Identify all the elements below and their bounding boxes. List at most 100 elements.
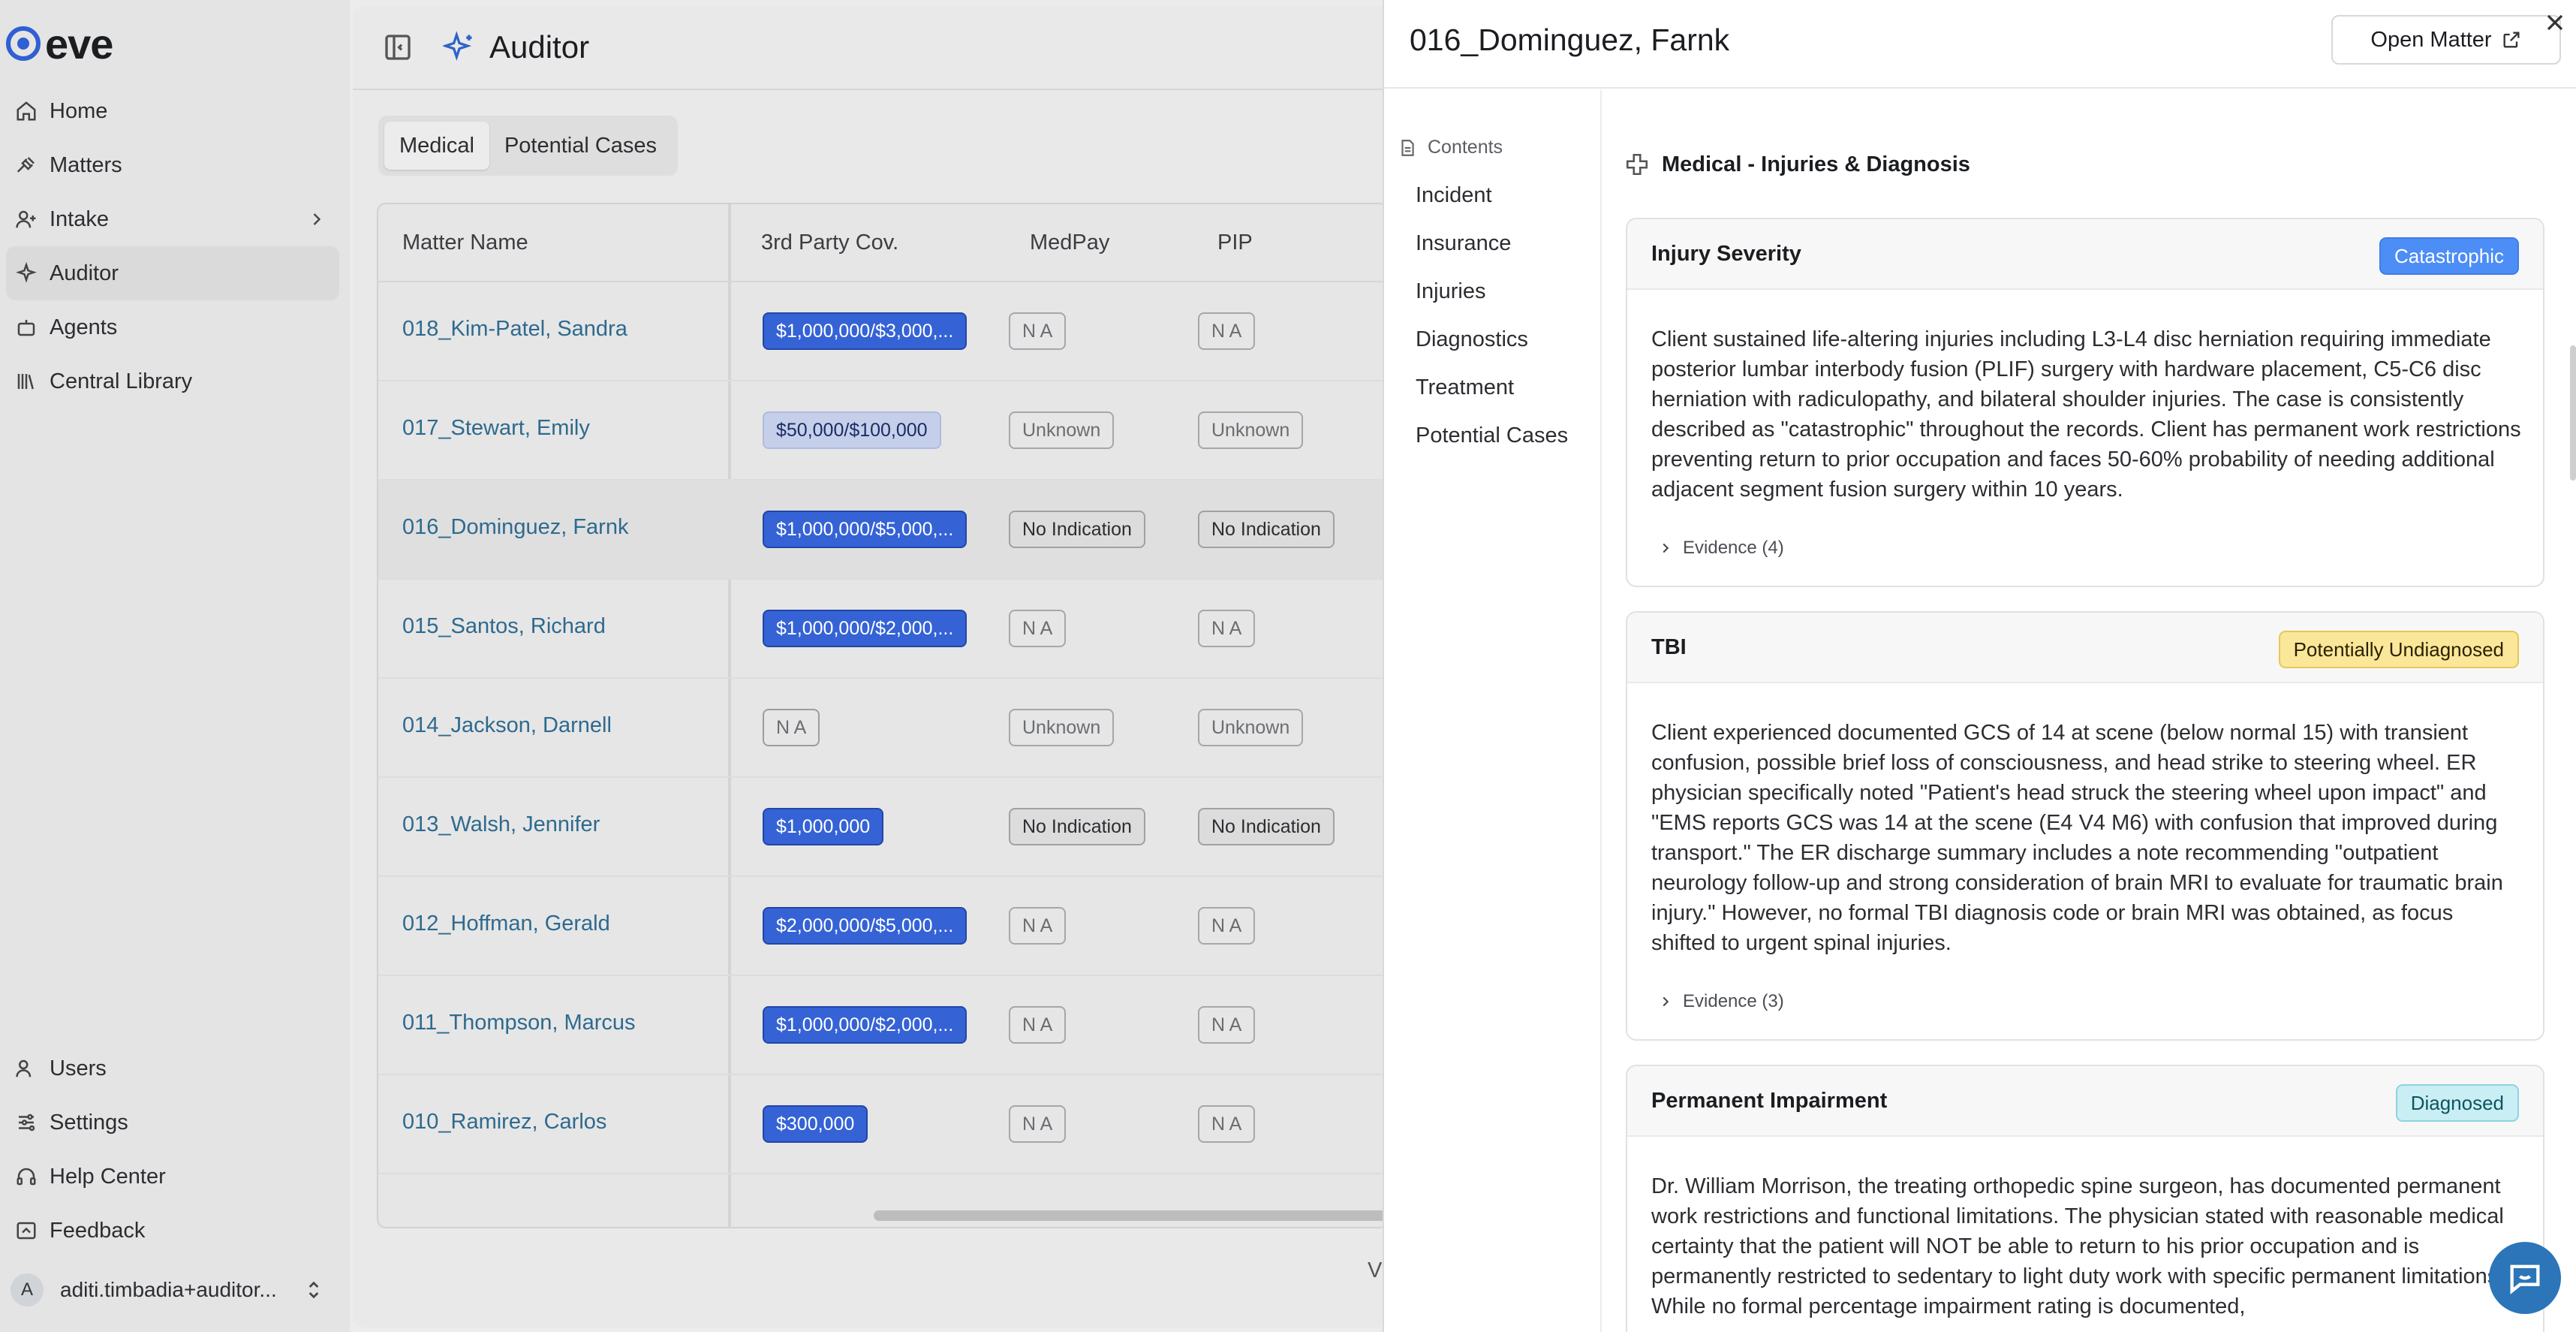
pip-badge: N A: [1198, 1105, 1256, 1143]
vertical-scrollbar[interactable]: [2570, 345, 2576, 481]
sidebar-item-users[interactable]: Users: [0, 1041, 345, 1095]
table-row[interactable]: 011_Thompson, Marcus $1,000,000/$2,000,..…: [378, 976, 1387, 1075]
coverage-badge: N A: [763, 709, 820, 746]
drawer-content: Medical - Injuries & Diagnosis Injury Se…: [1602, 90, 2576, 1332]
coverage-badge: $1,000,000/$5,000,...: [763, 511, 968, 548]
table-row[interactable]: 013_Walsh, Jennifer $1,000,000 No Indicati…: [378, 778, 1387, 877]
matter-name-link[interactable]: 010_Ramirez, Carlos: [402, 1110, 606, 1135]
matter-name-link[interactable]: 017_Stewart, Emily: [402, 416, 590, 441]
matter-name-link[interactable]: 013_Walsh, Jennifer: [402, 812, 600, 837]
matter-name-link[interactable]: 018_Kim-Patel, Sandra: [402, 317, 627, 342]
column-header-matter-name[interactable]: Matter Name: [402, 231, 528, 255]
evidence-toggle[interactable]: Evidence (3): [1657, 991, 1784, 1012]
matters-table: Matter Name 3rd Party Cov. MedPay PIP 01…: [377, 203, 1389, 1228]
table-row[interactable]: 012_Hoffman, Gerald $2,000,000/$5,000,...…: [378, 877, 1387, 976]
card-title: Permanent Impairment: [1651, 1089, 1888, 1113]
chevron-right-icon[interactable]: [306, 209, 327, 230]
chat-support-button[interactable]: [2489, 1242, 2561, 1314]
coverage-cell: N A: [731, 679, 986, 778]
finding-card-permanent-impairment: Permanent Impairment Diagnosed Dr. Willi…: [1626, 1065, 2544, 1332]
sidebar-item-intake[interactable]: Intake: [0, 192, 345, 246]
sidebar-item-label: Users: [50, 1056, 107, 1080]
chevron-up-down-icon: [308, 1281, 319, 1299]
table-row[interactable]: 010_Ramirez, Carlos $300,000 N A N A: [378, 1075, 1387, 1174]
coverage-badge: $1,000,000/$2,000,...: [763, 610, 968, 647]
sidebar-item-feedback[interactable]: Feedback: [0, 1204, 345, 1258]
card-body-text: Dr. William Morrison, the treating ortho…: [1651, 1174, 2505, 1318]
page-title: Auditor: [489, 29, 590, 65]
pagination-text: V: [1368, 1258, 1383, 1282]
sidebar-item-agents[interactable]: Agents: [0, 300, 345, 354]
card-title: TBI: [1651, 635, 1687, 659]
evidence-toggle[interactable]: Evidence (4): [1657, 538, 1784, 559]
table-header: Matter Name 3rd Party Cov. MedPay PIP: [378, 204, 1387, 282]
sidebar-item-label: Settings: [50, 1110, 128, 1135]
table-row[interactable]: 016_Dominguez, Farnk $1,000,000/$5,000,..…: [378, 481, 1387, 580]
sidebar-item-settings[interactable]: Settings: [0, 1095, 345, 1150]
open-matter-label: Open Matter: [2370, 27, 2492, 52]
medpay-badge: Unknown: [1009, 709, 1115, 746]
medpay-badge: N A: [1009, 1105, 1067, 1143]
horizontal-scrollbar[interactable]: [874, 1210, 1387, 1221]
coverage-cell: $1,000,000/$2,000,...: [731, 580, 986, 679]
tab-bar: Medical Potential Cases: [378, 116, 679, 176]
sidebar-toggle-icon[interactable]: [383, 32, 413, 62]
table-row[interactable]: 017_Stewart, Emily $50,000/$100,000 Unknow…: [378, 381, 1387, 481]
sidebar-item-auditor[interactable]: Auditor: [6, 246, 339, 300]
sidebar-item-label: Feedback: [50, 1218, 146, 1243]
toc-item-incident[interactable]: Incident: [1416, 183, 1492, 208]
close-icon[interactable]: [2541, 9, 2568, 36]
drawer-title: 016_Dominguez, Farnk: [1410, 23, 1730, 57]
table-row[interactable]: 018_Kim-Patel, Sandra $1,000,000/$3,000,.…: [378, 282, 1387, 381]
main-header: Auditor: [353, 6, 1389, 90]
column-header-3rd-party-cov[interactable]: 3rd Party Cov.: [761, 231, 898, 255]
sidebar-item-central-library[interactable]: Central Library: [0, 354, 345, 408]
finding-card-injury-severity: Injury Severity Catastrophic Client sust…: [1626, 218, 2544, 587]
toc-item-insurance[interactable]: Insurance: [1416, 231, 1511, 256]
external-link-icon: [2503, 32, 2520, 48]
sidebar-item-matters[interactable]: Matters: [0, 138, 345, 192]
matter-name-link[interactable]: 014_Jackson, Darnell: [402, 713, 612, 738]
toc-item-injuries[interactable]: Injuries: [1416, 279, 1486, 304]
matter-name-link[interactable]: 012_Hoffman, Gerald: [402, 912, 610, 936]
coverage-cell: $300,000: [731, 1075, 986, 1174]
matter-drawer: 016_Dominguez, Farnk Open Matter Content…: [1383, 0, 2576, 1332]
pip-badge: Unknown: [1198, 411, 1304, 449]
status-badge: Diagnosed: [2395, 1084, 2519, 1122]
eve-logo[interactable]: eve: [6, 20, 113, 68]
pip-badge: No Indication: [1198, 808, 1335, 845]
matter-name-link[interactable]: 011_Thompson, Marcus: [402, 1011, 636, 1035]
coverage-cell: $2,000,000/$5,000,...: [731, 877, 986, 976]
status-badge: Potentially Undiagnosed: [2278, 631, 2519, 668]
tab-potential-cases[interactable]: Potential Cases: [489, 122, 672, 170]
table-row[interactable]: 015_Santos, Richard $1,000,000/$2,000,...…: [378, 580, 1387, 679]
contents-heading: Contents: [1398, 137, 1503, 158]
coverage-badge: $2,000,000/$5,000,...: [763, 907, 968, 945]
toc-item-treatment[interactable]: Treatment: [1416, 375, 1514, 400]
medpay-badge: N A: [1009, 312, 1067, 350]
matter-name-link[interactable]: 015_Santos, Richard: [402, 614, 606, 639]
column-header-medpay[interactable]: MedPay: [1030, 231, 1109, 255]
sidebar-item-label: Central Library: [50, 369, 193, 393]
sidebar-item-home[interactable]: Home: [0, 84, 345, 138]
coverage-badge: $300,000: [763, 1105, 868, 1143]
coverage-badge: $50,000/$100,000: [763, 411, 941, 449]
sliders-icon: [15, 1111, 38, 1134]
sidebar-item-help-center[interactable]: Help Center: [0, 1150, 345, 1204]
bot-icon: [15, 316, 38, 339]
user-plus-icon: [15, 208, 38, 231]
coverage-badge: $1,000,000/$3,000,...: [763, 312, 968, 350]
table-row[interactable]: 014_Jackson, Darnell N A Unknown Unknown: [378, 679, 1387, 778]
tab-medical[interactable]: Medical: [384, 122, 489, 170]
gavel-icon: [15, 154, 38, 176]
column-header-pip[interactable]: PIP: [1217, 231, 1253, 255]
toc-item-diagnostics[interactable]: Diagnostics: [1416, 327, 1528, 352]
matter-name-link[interactable]: 016_Dominguez, Farnk: [402, 515, 628, 540]
evidence-label: Evidence (4): [1683, 538, 1784, 558]
open-matter-button[interactable]: Open Matter: [2331, 15, 2561, 65]
sidebar-item-label: Auditor: [50, 261, 119, 285]
coverage-cell: $50,000/$100,000: [731, 381, 986, 481]
user-menu[interactable]: A aditi.timbadia+auditor...: [6, 1267, 336, 1312]
toc-item-potential-cases[interactable]: Potential Cases: [1416, 423, 1568, 448]
chevron-right-icon: [1663, 543, 1669, 553]
